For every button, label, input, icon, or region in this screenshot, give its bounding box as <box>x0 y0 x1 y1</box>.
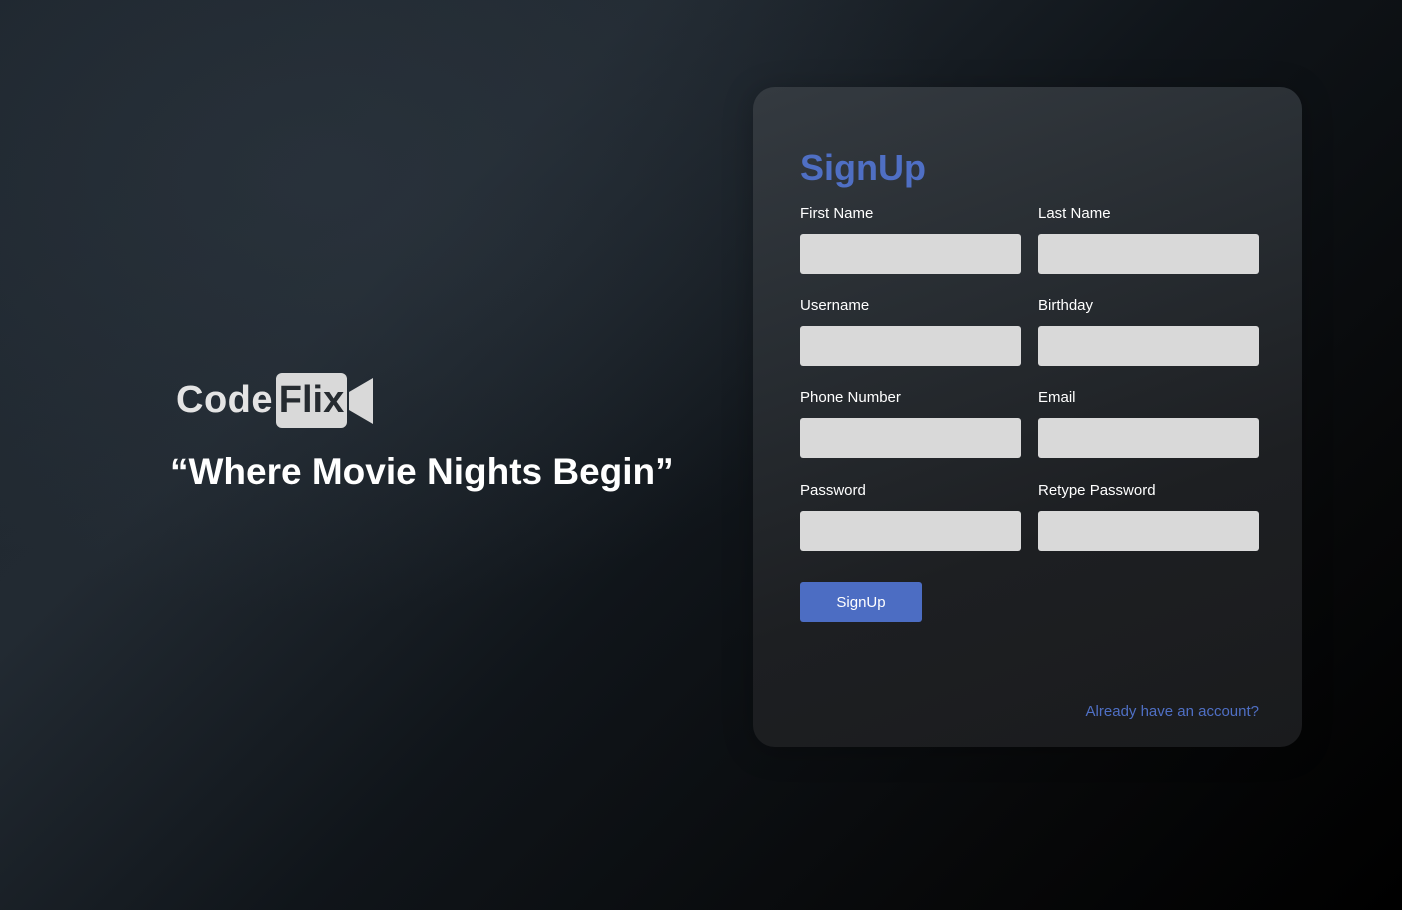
birthday-field-group: Birthday <box>1038 297 1259 366</box>
username-field-group: Username <box>800 297 1021 366</box>
phone-number-label: Phone Number <box>800 389 901 406</box>
signup-title: SignUp <box>800 147 926 188</box>
username-input[interactable] <box>800 326 1021 366</box>
email-input[interactable] <box>1038 418 1259 458</box>
password-label: Password <box>800 482 866 499</box>
username-label: Username <box>800 297 870 314</box>
last-name-label: Last Name <box>1038 205 1111 222</box>
phone-number-field-group: Phone Number <box>800 389 1021 458</box>
first-name-field-group: First Name <box>800 205 1021 274</box>
password-field-group: Password <box>800 482 1021 551</box>
birthday-label: Birthday <box>1038 297 1094 314</box>
phone-number-input[interactable] <box>800 418 1021 458</box>
signup-card: SignUp First Name Last Name Username Bir… <box>753 87 1302 747</box>
password-input[interactable] <box>800 511 1021 551</box>
first-name-input[interactable] <box>800 234 1021 274</box>
brand-tagline: “Where Movie Nights Begin” <box>170 451 674 492</box>
first-name-label: First Name <box>800 205 874 222</box>
signup-button[interactable]: SignUp <box>800 582 922 622</box>
brand-name-flix-box: Flix <box>276 372 347 428</box>
retype-password-field-group: Retype Password <box>1038 482 1259 551</box>
birthday-input[interactable] <box>1038 326 1259 366</box>
brand-name-code: Code <box>176 379 273 421</box>
retype-password-input[interactable] <box>1038 511 1259 551</box>
last-name-field-group: Last Name <box>1038 205 1259 274</box>
video-camera-icon <box>349 378 373 424</box>
email-label: Email <box>1038 389 1076 406</box>
brand-logo: Code Flix <box>176 372 373 428</box>
login-link[interactable]: Already have an account? <box>1086 703 1259 720</box>
retype-password-label: Retype Password <box>1038 482 1156 499</box>
last-name-input[interactable] <box>1038 234 1259 274</box>
email-field-group: Email <box>1038 389 1259 458</box>
brand-name-flix: Flix <box>278 379 345 421</box>
